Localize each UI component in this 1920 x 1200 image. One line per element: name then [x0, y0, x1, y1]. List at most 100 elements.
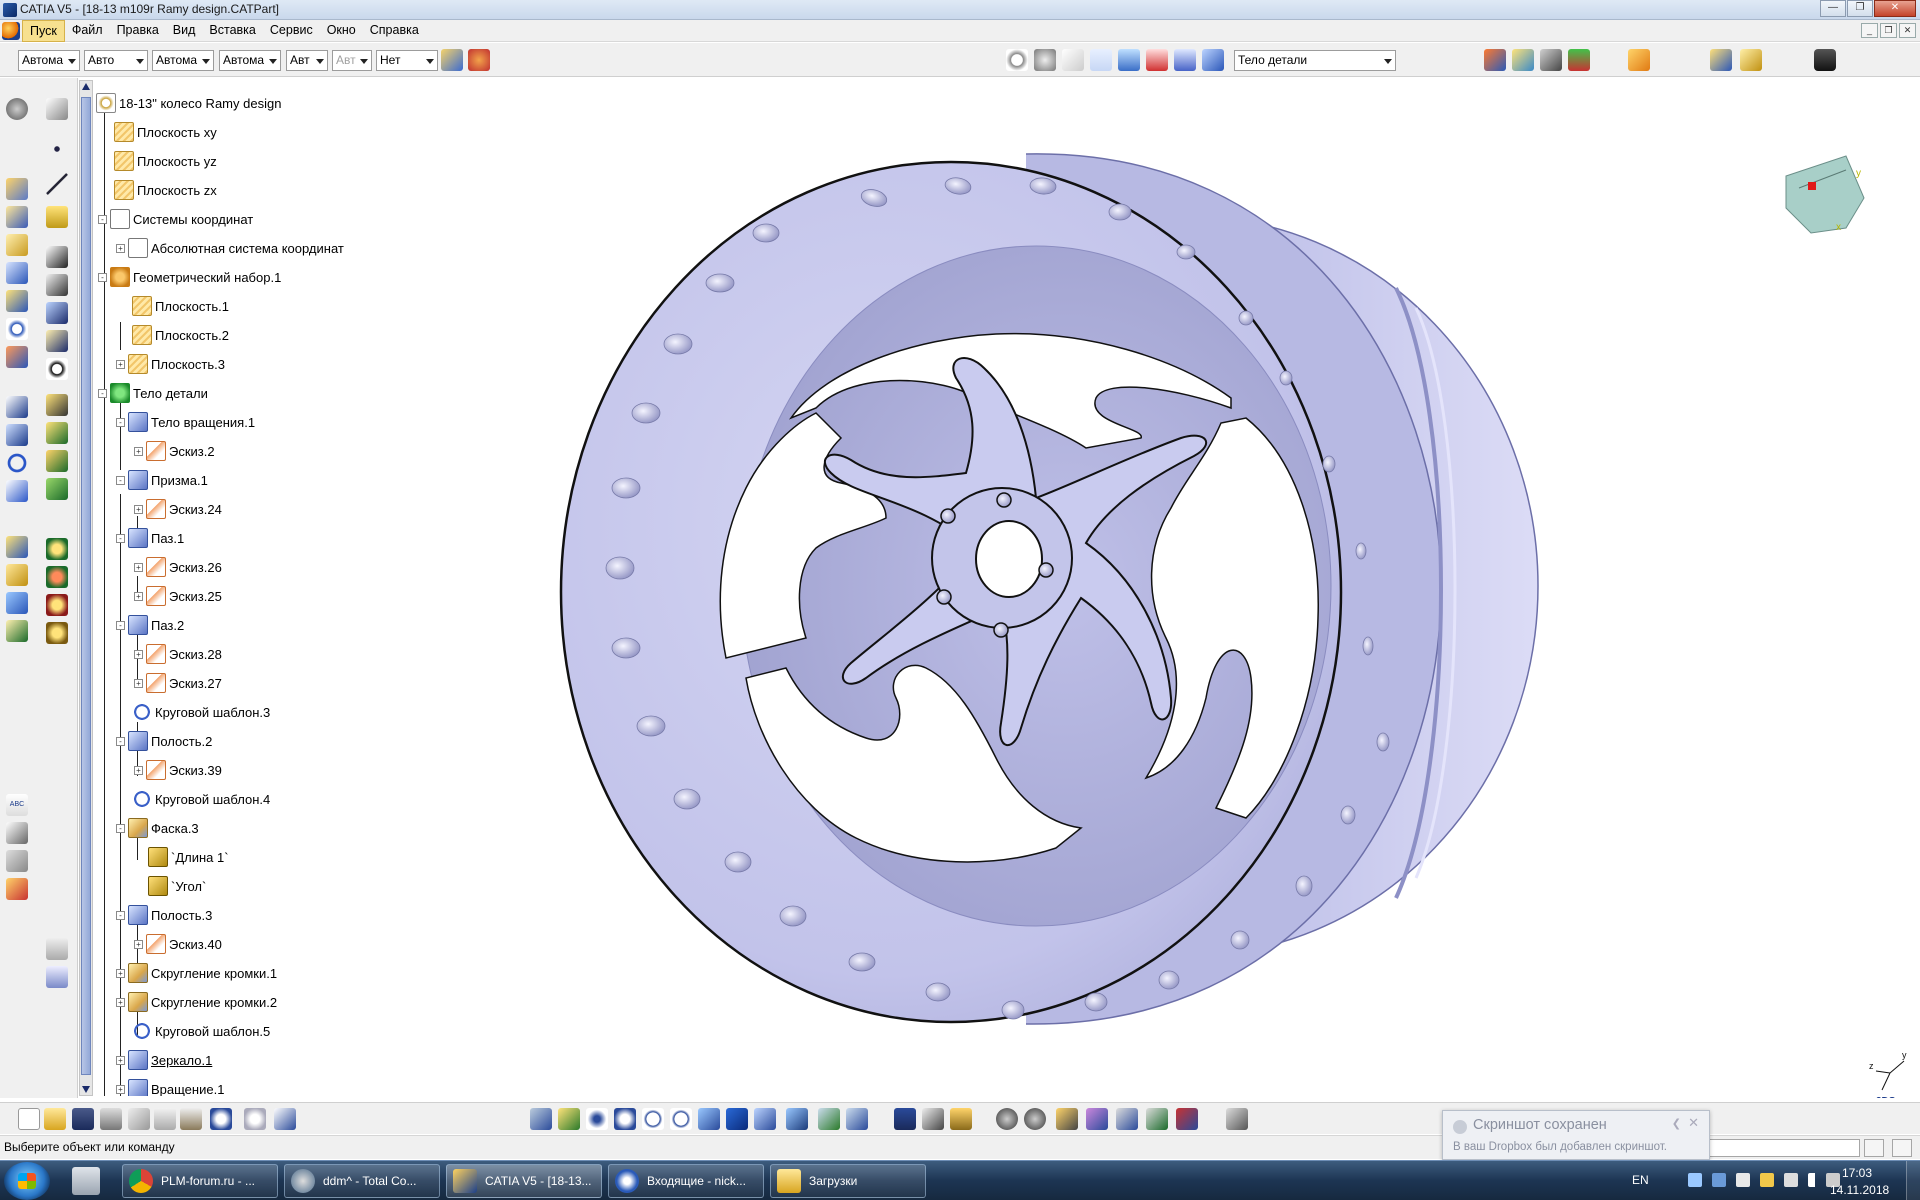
calculator-icon[interactable]: [72, 1167, 100, 1195]
collapse-toggle[interactable]: -: [116, 417, 125, 427]
command-input[interactable]: [1700, 1139, 1860, 1157]
tree-item-sketch-39[interactable]: + Эскиз.39: [134, 759, 222, 781]
tree-item-circular-pattern-5[interactable]: Круговой шаблон.5: [132, 1020, 270, 1042]
line-color-combo[interactable]: Автома: [18, 50, 80, 71]
start-button[interactable]: [4, 1162, 50, 1200]
expand-toggle[interactable]: +: [116, 1084, 125, 1094]
pad-icon[interactable]: [6, 178, 28, 200]
fill-color-combo[interactable]: Авто: [84, 50, 148, 71]
pin-icon[interactable]: ❮: [1672, 1117, 1681, 1130]
circular-pattern-icon[interactable]: [6, 452, 28, 474]
scroll-down-arrow-icon[interactable]: [82, 1086, 90, 1093]
shading-icon[interactable]: [786, 1108, 808, 1130]
expand-toggle[interactable]: +: [134, 939, 143, 949]
format-painter-icon[interactable]: [441, 49, 463, 71]
rotate-view-icon[interactable]: [1006, 49, 1028, 71]
new-document-icon[interactable]: [18, 1108, 40, 1130]
scroll-up-arrow-icon[interactable]: [82, 83, 90, 90]
shaft-icon[interactable]: [6, 234, 28, 256]
expand-toggle[interactable]: +: [116, 968, 125, 978]
multi-pad-icon[interactable]: [46, 302, 68, 324]
thickness-icon[interactable]: [46, 330, 68, 352]
expand-toggle[interactable]: +: [134, 591, 143, 601]
fly-mode-icon[interactable]: [530, 1108, 552, 1130]
pocket-icon[interactable]: [6, 206, 28, 228]
tree-item-absolute-axis[interactable]: + Абсолютная система координат: [116, 237, 344, 259]
tree-item-plane-xy[interactable]: Плоскость xy: [114, 121, 217, 143]
sketcher-icon[interactable]: [46, 98, 68, 120]
doc-close-button[interactable]: ✕: [1899, 23, 1916, 38]
tree-item-plane-3[interactable]: + Плоскость.3: [116, 353, 225, 375]
publication-icon[interactable]: [1710, 49, 1732, 71]
flag-note-icon[interactable]: [6, 822, 28, 844]
whats-this-icon[interactable]: [274, 1108, 296, 1130]
draft-analysis-icon[interactable]: [1146, 1108, 1168, 1130]
assemble-icon[interactable]: [46, 566, 68, 588]
taskbar-item-downloads[interactable]: Загрузки: [770, 1164, 926, 1198]
hide-show-icon[interactable]: [818, 1108, 840, 1130]
tree-item-sketch-25[interactable]: + Эскиз.25: [134, 585, 222, 607]
annotation-text-icon[interactable]: ABC: [6, 794, 28, 816]
iso-view-icon[interactable]: [754, 1108, 776, 1130]
sew-surface-icon[interactable]: [6, 620, 28, 642]
rib-icon[interactable]: [6, 318, 28, 340]
mesh-icon[interactable]: [1540, 49, 1562, 71]
usb-icon[interactable]: [1736, 1173, 1750, 1187]
settings-gear-icon[interactable]: [1024, 1108, 1046, 1130]
expand-toggle[interactable]: +: [134, 678, 143, 688]
tree-item-param-angle[interactable]: `Угол`: [148, 875, 206, 897]
close-button[interactable]: ✕: [1874, 0, 1916, 17]
collapse-toggle[interactable]: -: [116, 620, 125, 630]
analysis-icon[interactable]: [1568, 49, 1590, 71]
multi-view-icon[interactable]: [726, 1108, 748, 1130]
expand-toggle[interactable]: +: [134, 765, 143, 775]
expand-toggle[interactable]: +: [116, 997, 125, 1007]
open-folder-icon[interactable]: [44, 1108, 66, 1130]
collapse-toggle[interactable]: -: [98, 272, 107, 282]
tree-item-axis-systems[interactable]: - Системы координат: [98, 208, 253, 230]
folder-tray-icon[interactable]: [1760, 1173, 1774, 1187]
flag-tray-icon[interactable]: [1784, 1173, 1798, 1187]
tree-root[interactable]: 18-13" колесо Ramy design: [96, 92, 281, 114]
edge-fillet-icon[interactable]: [46, 394, 68, 416]
tree-item-param-length[interactable]: `Длина 1`: [148, 846, 229, 868]
collapse-toggle[interactable]: -: [98, 214, 107, 224]
tree-item-circular-pattern-4[interactable]: Круговой шаблон.4: [132, 788, 270, 810]
tree-item-sketch-27[interactable]: + Эскиз.27: [134, 672, 222, 694]
pan-hand-icon[interactable]: [1034, 49, 1056, 71]
measure-inertia-icon[interactable]: [6, 878, 28, 900]
tree-item-part-body[interactable]: - Тело детали: [98, 382, 208, 404]
signal-icon[interactable]: [1808, 1173, 1822, 1187]
tree-item-plane-yz[interactable]: Плоскость yz: [114, 150, 217, 172]
rotate-icon[interactable]: [614, 1108, 636, 1130]
part-body-icon[interactable]: [1202, 49, 1224, 71]
split-icon[interactable]: [6, 536, 28, 558]
hole-icon[interactable]: [6, 290, 28, 312]
tree-item-pad-1[interactable]: - Призма.1: [116, 469, 208, 491]
measure-between-icon[interactable]: [1056, 1108, 1078, 1130]
expand-toggle[interactable]: +: [134, 562, 143, 572]
normal-view-icon[interactable]: [698, 1108, 720, 1130]
table-icon[interactable]: [46, 938, 68, 960]
point-symbol-combo[interactable]: Авт: [286, 50, 328, 71]
mirror-icon[interactable]: [6, 424, 28, 446]
menu-insert[interactable]: Вставка: [202, 20, 262, 42]
dropbox-notification[interactable]: Скриншот сохранен ❮ ✕ В ваш Dropbox был …: [1442, 1110, 1710, 1160]
analysis-tools-icon[interactable]: [1116, 1108, 1138, 1130]
point-icon[interactable]: [46, 138, 68, 160]
menu-edit[interactable]: Правка: [110, 20, 166, 42]
scroll-thumb[interactable]: [81, 97, 91, 1075]
network-share-icon[interactable]: [1712, 1173, 1726, 1187]
menu-view[interactable]: Вид: [166, 20, 203, 42]
reference-element-icon[interactable]: [922, 1108, 944, 1130]
save-icon[interactable]: [72, 1108, 94, 1130]
design-table-icon[interactable]: [46, 966, 68, 988]
tree-item-slot-2[interactable]: - Паз.2: [116, 614, 184, 636]
tree-item-shaft-1[interactable]: - Тело вращения.1: [116, 411, 255, 433]
taskbar-item-thunderbird[interactable]: Входящие - nick...: [608, 1164, 764, 1198]
workbench-gear-icon[interactable]: [6, 98, 28, 120]
line-weight-combo[interactable]: Автома: [219, 50, 281, 71]
taskbar-item-total-commander[interactable]: ddm^ - Total Co...: [284, 1164, 440, 1198]
tree-item-geometrical-set[interactable]: - Геометрический набор.1: [98, 266, 281, 288]
tree-scrollbar[interactable]: [79, 80, 93, 1096]
